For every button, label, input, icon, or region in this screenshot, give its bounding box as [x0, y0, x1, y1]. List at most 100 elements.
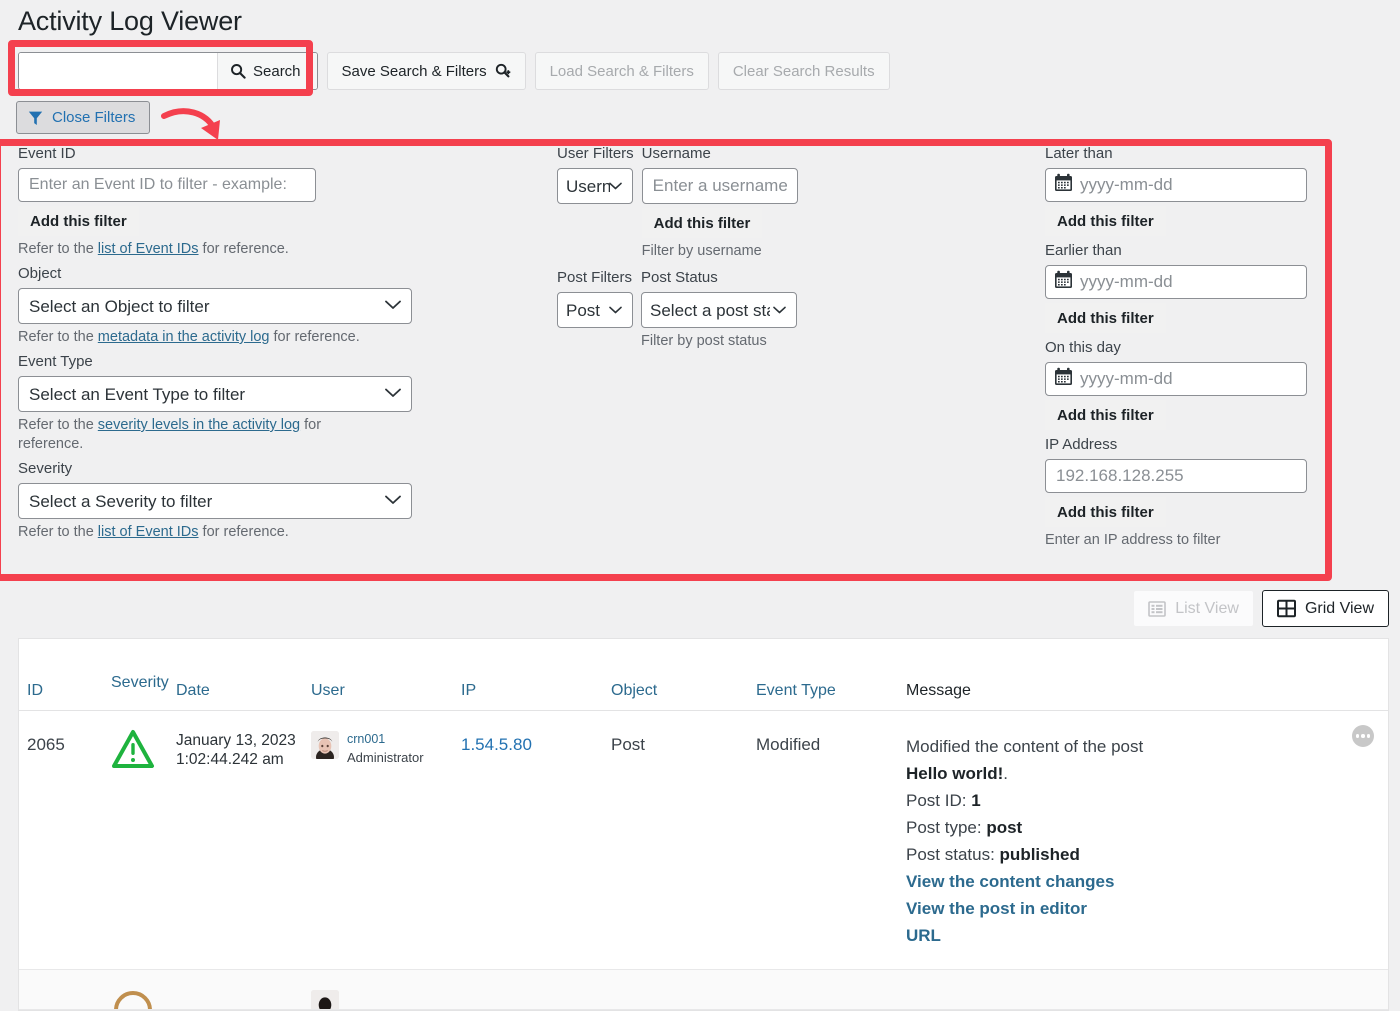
cell-user: crn001 Administrator: [305, 725, 455, 949]
event-id-help: Refer to the list of Event IDs for refer…: [18, 240, 418, 259]
message-post-title-line: Hello world!.: [906, 764, 1009, 783]
message-post-type-value: post: [986, 818, 1023, 837]
table-row[interactable]: [19, 970, 1388, 1010]
list-view-button[interactable]: List View: [1133, 590, 1254, 627]
column-header-id[interactable]: ID: [19, 682, 105, 700]
cell-ip[interactable]: 1.54.5.80: [455, 725, 605, 949]
user-filter-type-select[interactable]: Username: [557, 168, 633, 204]
on-this-day-input[interactable]: [1045, 362, 1307, 396]
user-filters-group: User Filters Username: [557, 145, 634, 204]
filter-event-id: Event ID Add this filter Refer to the li…: [18, 145, 418, 259]
post-status-help: Filter by post status: [641, 333, 767, 349]
cell-severity: [105, 725, 170, 949]
more-options-icon[interactable]: [1352, 725, 1374, 747]
filter-event-type: Event Type Select an Event Type to filte…: [18, 353, 418, 454]
close-filters-button[interactable]: Close Filters: [16, 101, 151, 134]
filter-user: User Filters Username Username Add this …: [557, 145, 977, 261]
object-select[interactable]: Select an Object to filter: [18, 288, 412, 324]
message-post-title: Hello world!: [906, 764, 1004, 783]
warning-circle-icon: [111, 988, 170, 1009]
filter-post: Post Filters Post Post Status Select a p…: [557, 269, 977, 351]
severity-label: Severity: [18, 460, 73, 477]
username-label: Username: [641, 145, 711, 162]
table-row[interactable]: 2065 January 13, 2023 1:02:44.242 am crn…: [19, 711, 1388, 970]
clear-search-results-button[interactable]: Clear Search Results: [717, 52, 890, 90]
event-id-help-prefix: Refer to the: [18, 241, 98, 257]
list-icon: [1148, 600, 1167, 618]
time-value: 1:02:44.242 am: [176, 751, 284, 768]
filter-later-than: Later than Add this filter: [1045, 145, 1307, 236]
filter-object: Object Select an Object to filter Refer …: [18, 265, 418, 347]
view-content-changes-link[interactable]: View the content changes: [906, 868, 1348, 895]
column-header-user[interactable]: User: [305, 682, 455, 700]
ip-address-help: Enter an IP address to filter: [1045, 532, 1221, 548]
save-search-filters-button[interactable]: Save Search & Filters: [326, 52, 526, 90]
on-this-day-add-filter-button[interactable]: Add this filter: [1045, 400, 1166, 430]
column-header-date[interactable]: Date: [170, 682, 305, 700]
search-icon: [230, 63, 246, 79]
ip-address-add-filter-button[interactable]: Add this filter: [1045, 497, 1166, 527]
column-header-event-type[interactable]: Event Type: [750, 682, 900, 700]
user-role: Administrator: [347, 750, 424, 765]
event-type-help-link[interactable]: severity levels in the activity log: [98, 417, 300, 433]
save-search-label: Save Search & Filters: [341, 62, 487, 80]
cell-severity: [105, 984, 170, 1009]
annotation-arrow: [161, 108, 220, 140]
later-than-label: Later than: [1045, 145, 1113, 162]
earlier-than-add-filter-button[interactable]: Add this filter: [1045, 303, 1166, 333]
later-than-input[interactable]: [1045, 168, 1307, 202]
event-id-help-link[interactable]: list of Event IDs: [98, 241, 199, 257]
column-header-object[interactable]: Object: [605, 682, 750, 700]
filter-ip-address: IP Address Add this filter Enter an IP a…: [1045, 436, 1307, 550]
column-header-message: Message: [906, 682, 971, 699]
username-help: Filter by username: [641, 243, 762, 259]
table-header-row: ID Severity Date User IP Object Event Ty…: [19, 639, 1388, 711]
later-than-add-filter-button[interactable]: Add this filter: [1045, 206, 1166, 236]
url-link[interactable]: URL: [906, 922, 1348, 949]
grid-icon: [1276, 599, 1296, 618]
filter-earlier-than: Earlier than Add this filter: [1045, 242, 1307, 333]
username-input[interactable]: [641, 168, 798, 204]
object-help-link[interactable]: metadata in the activity log: [98, 329, 270, 345]
activity-log-table: ID Severity Date User IP Object Event Ty…: [18, 638, 1389, 1011]
ip-address-input[interactable]: [1045, 459, 1307, 493]
severity-select[interactable]: Select a Severity to filter: [18, 483, 412, 519]
view-post-in-editor-link[interactable]: View the post in editor: [906, 895, 1348, 922]
event-id-input[interactable]: [18, 168, 316, 202]
search-input[interactable]: [19, 53, 217, 89]
message-post-status-line: Post status: published: [906, 841, 1348, 868]
filters-panel: Event ID Add this filter Refer to the li…: [0, 145, 1326, 575]
username-field-group: Username Add this filter Filter by usern…: [641, 145, 798, 261]
search-field-group: Search: [18, 52, 318, 90]
column-header-severity[interactable]: Severity: [105, 674, 170, 692]
filters-column-middle: User Filters Username Username Add this …: [557, 145, 977, 351]
grid-view-button[interactable]: Grid View: [1261, 590, 1389, 627]
message-post-id-line: Post ID: 1: [906, 787, 1348, 814]
ip-address-label: IP Address: [1045, 436, 1118, 453]
severity-help-suffix: for reference.: [198, 524, 289, 540]
event-type-help: Refer to the severity levels in the acti…: [18, 416, 358, 454]
search-button[interactable]: Search: [217, 53, 317, 89]
severity-help-prefix: Refer to the: [18, 524, 98, 540]
event-type-label: Event Type: [18, 353, 93, 370]
event-type-help-prefix: Refer to the: [18, 417, 98, 433]
earlier-than-input[interactable]: [1045, 265, 1307, 299]
username-add-filter-button[interactable]: Add this filter: [641, 208, 763, 238]
avatar: [311, 990, 339, 1009]
post-filter-type-select[interactable]: Post: [557, 292, 633, 328]
column-header-ip[interactable]: IP: [455, 682, 605, 700]
load-search-filters-button[interactable]: Load Search & Filters: [534, 52, 709, 90]
cell-object: Post: [611, 735, 646, 754]
object-label: Object: [18, 265, 62, 282]
user-login[interactable]: crn001: [347, 732, 424, 747]
post-status-select[interactable]: Select a post status: [641, 292, 797, 328]
message-post-id-label: Post ID:: [906, 791, 972, 810]
post-status-field-group: Post Status Select a post status Filter …: [641, 269, 797, 351]
event-id-add-filter-button[interactable]: Add this filter: [18, 206, 139, 236]
search-toolbar: Search Save Search & Filters Load Search…: [18, 52, 890, 90]
user-filters-label: User Filters: [557, 145, 634, 162]
message-post-type-label: Post type:: [906, 818, 987, 837]
event-type-select[interactable]: Select an Event Type to filter: [18, 376, 412, 412]
severity-help-link[interactable]: list of Event IDs: [98, 524, 199, 540]
search-plus-icon: [495, 63, 511, 79]
